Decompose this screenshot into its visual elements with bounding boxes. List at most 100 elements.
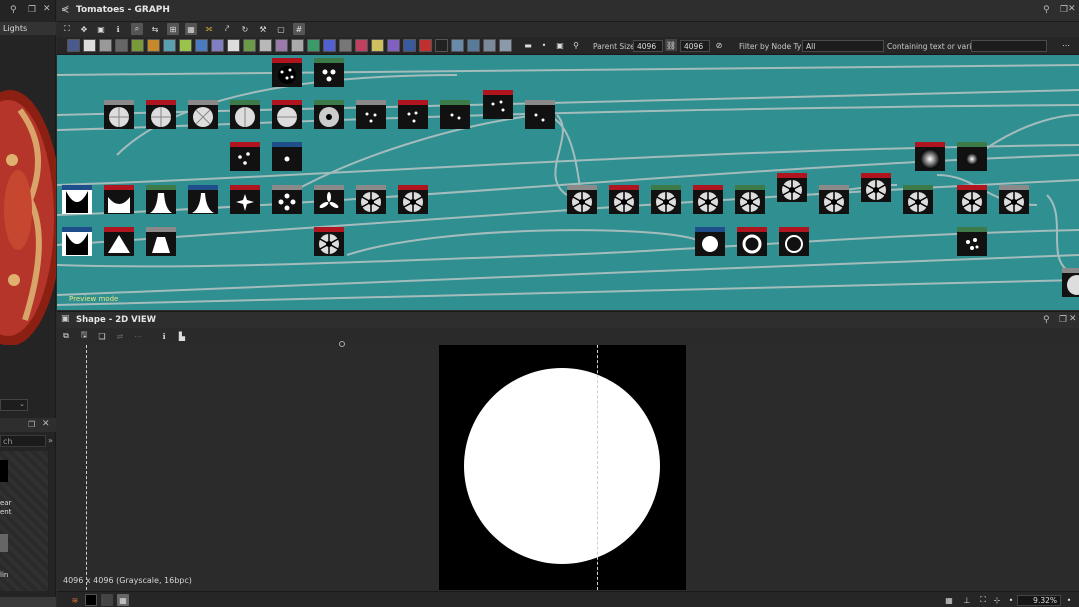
pin-node-icon[interactable]: ⚲ [570,39,582,51]
guide-handle[interactable] [339,341,345,347]
reset-icon[interactable]: ⊘ [713,39,725,51]
black-bg-icon[interactable] [85,594,97,606]
pan-icon[interactable]: ✥ [78,23,90,35]
layers-icon[interactable]: ≋ [69,594,81,606]
filter-node-type-select[interactable]: All [802,40,884,52]
node-type-icon[interactable] [211,39,224,52]
2d-view-titlebar [57,311,1079,328]
node-graph-canvas[interactable] [57,55,1079,310]
node-type-icon[interactable] [467,39,480,52]
pin-icon[interactable]: ⚲ [10,5,17,15]
node-type-icon[interactable] [259,39,272,52]
node-type-icon[interactable] [419,39,432,52]
node-type-icon[interactable] [307,39,320,52]
parent-size-select[interactable]: 4096 [633,40,663,52]
frame-all-icon[interactable]: ⛶ [61,23,73,35]
lights-panel-header[interactable]: Lights [0,22,56,35]
pin-icon[interactable]: ⚲ [1043,5,1050,15]
grid-icon[interactable]: ▦ [943,594,955,606]
duplicate-icon[interactable]: ❏ [96,330,108,342]
refresh-icon[interactable]: ↻ [239,23,251,35]
close-icon[interactable]: ✕ [1069,314,1077,324]
channel-icon[interactable]: ⇌ [114,330,126,342]
node-type-icon[interactable] [179,39,192,52]
node-type-icon[interactable] [323,39,336,52]
branch-icon[interactable]: ⤤ [221,23,233,35]
more-icon[interactable]: ⋯ [1060,39,1072,51]
image-info: 4096 x 4096 (Grayscale, 16bpc) [63,576,192,585]
node-type-icon[interactable] [291,39,304,52]
restore-icon[interactable]: ❐ [1060,5,1068,15]
frame-icon[interactable]: ▢ [275,23,287,35]
node-type-icon[interactable] [275,39,288,52]
copy-icon[interactable]: ⧉ [60,330,72,342]
shape-image-canvas[interactable] [439,345,686,590]
node-type-icon[interactable] [227,39,240,52]
node-type-icon[interactable] [83,39,96,52]
node-type-icon[interactable] [67,39,80,52]
gray-bg-icon[interactable] [101,594,113,606]
library-search-input[interactable]: ch [0,435,46,447]
close-icon[interactable]: ✕ [43,4,51,14]
restore-icon[interactable]: ❐ [1059,315,1067,325]
snap-grid-icon[interactable]: # [293,23,305,35]
checker-bg-icon[interactable]: ▦ [117,594,129,606]
node-type-icon[interactable] [371,39,384,52]
grid-icon[interactable]: ▦ [185,23,197,35]
library-item-label: ent [0,508,12,516]
dot-icon[interactable]: • [538,39,550,51]
connect-icon[interactable]: ⇆ [149,23,161,35]
left-panel-scrollbar[interactable] [0,597,56,607]
guide-line[interactable] [597,345,598,590]
expand-icon[interactable]: » [48,436,53,445]
zoom-level-field[interactable]: 9.32% [1017,595,1061,606]
node-type-icon[interactable] [115,39,128,52]
uv-icon[interactable]: ⋯ [132,330,144,342]
save-icon[interactable]: 🖫 [78,330,90,342]
parent-size-label: Parent Size: [593,42,638,51]
node-type-icon[interactable] [483,39,496,52]
camera-icon[interactable]: ▣ [95,23,107,35]
node-type-icon[interactable] [131,39,144,52]
search-icon[interactable]: ⌕ [131,23,143,35]
link-size-icon[interactable]: ⛓ [665,39,677,51]
frame-node-icon[interactable]: ▣ [554,39,566,51]
fit-icon[interactable]: ⛶ [977,594,989,606]
node-type-icon[interactable] [147,39,160,52]
restore-icon[interactable]: ❐ [28,420,35,429]
containing-text-input[interactable] [971,40,1047,52]
crosshair-icon[interactable]: ⊹ [991,594,1003,606]
node-type-icon[interactable] [163,39,176,52]
node-type-icon[interactable] [99,39,112,52]
library-panel-header: ❐ ✕ [0,418,56,432]
library-thumb[interactable] [0,534,8,552]
zoom-step-icon[interactable]: • [1063,594,1075,606]
tomato-3d-preview[interactable] [0,90,56,345]
left-panel-dropdown[interactable]: ⌄ [0,399,28,411]
layout-icon[interactable]: ⊞ [167,23,179,35]
node-type-icon[interactable] [499,39,512,52]
node-type-icon[interactable] [451,39,464,52]
node-type-icon[interactable] [403,39,416,52]
node-type-icon[interactable] [435,39,448,52]
close-icon[interactable]: ✕ [42,419,50,429]
node-type-icon[interactable] [195,39,208,52]
library-thumb[interactable] [0,460,8,482]
axis-icon[interactable]: ⊥ [961,594,973,606]
node-type-icon[interactable] [355,39,368,52]
info-icon[interactable]: ℹ [112,23,124,35]
pin-icon[interactable]: ⚲ [1043,315,1050,325]
histogram-icon[interactable]: ▙ [176,330,188,342]
restore-icon[interactable]: ❐ [28,5,36,15]
guide-line[interactable] [86,345,87,590]
link-icon[interactable]: ⟗ [203,23,215,35]
wrench-icon[interactable]: ⚒ [257,23,269,35]
comment-icon[interactable]: ▬ [522,39,534,51]
info-icon[interactable]: ℹ [158,330,170,342]
node-type-icon[interactable] [387,39,400,52]
node-type-icon[interactable] [243,39,256,52]
size-select[interactable]: 4096 [680,40,710,52]
node-type-icon[interactable] [339,39,352,52]
preview-mode-label: Preview mode [69,295,119,303]
close-icon[interactable]: ✕ [1068,4,1076,14]
